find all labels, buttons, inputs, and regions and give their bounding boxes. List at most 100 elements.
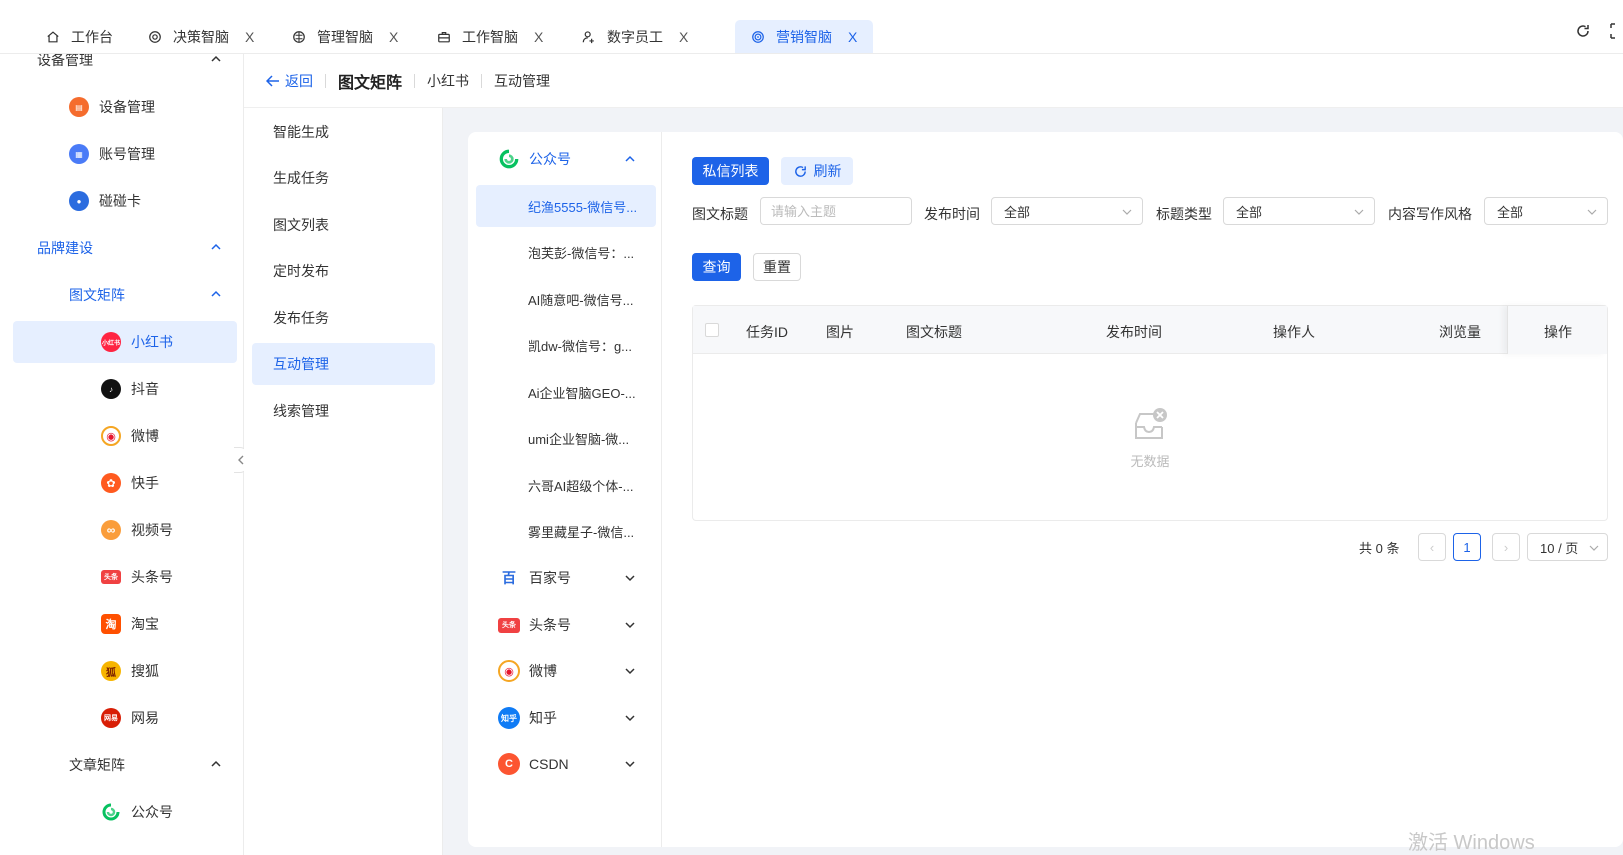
sidebar-group-image-matrix[interactable]: 图文矩阵	[0, 274, 243, 316]
sohu-icon: 狐	[101, 661, 121, 681]
account-label: 泡芙彭-微信号：...	[528, 245, 635, 261]
sidebar-item-label: 微博	[131, 428, 159, 444]
sidebar-group-article-matrix[interactable]: 文章矩阵	[0, 744, 243, 786]
menu-item-smart-generate[interactable]: 智能生成	[252, 111, 435, 153]
chevron-down-icon	[1587, 209, 1597, 215]
sidebar-item-douyin[interactable]: ♪ 抖音	[0, 368, 243, 410]
windows-activation-watermark: 激活 Windows	[1408, 832, 1535, 854]
page-title: 图文矩阵	[338, 74, 403, 92]
close-icon[interactable]: X	[534, 29, 543, 45]
title-type-select[interactable]: 全部	[1223, 197, 1375, 225]
platform-weibo[interactable]: ◉ 微博	[468, 650, 662, 692]
platform-zhihu[interactable]: 知乎 知乎	[468, 697, 662, 739]
query-button[interactable]: 查询	[692, 253, 741, 281]
column-header: 任务ID	[746, 324, 788, 340]
account-item[interactable]: 泡芙彭-微信号：...	[476, 231, 656, 273]
title-search-input[interactable]	[760, 197, 912, 225]
tab-decision[interactable]: 决策智脑 X	[148, 20, 254, 53]
filter-style-label: 内容写作风格	[1388, 206, 1472, 222]
sidebar-item-account[interactable]: ▦ 账号管理	[0, 133, 243, 175]
account-item[interactable]: 凯dw-微信号：g...	[476, 324, 656, 366]
chevron-up-icon	[211, 55, 221, 62]
select-all-checkbox[interactable]	[705, 323, 719, 337]
account-item[interactable]: Ai企业智脑GEO-...	[476, 371, 656, 413]
weibo-icon: ◉	[101, 426, 121, 446]
netease-icon: 网易	[101, 708, 121, 728]
divider	[481, 73, 483, 88]
account-item[interactable]: 六哥AI超级个体-...	[476, 464, 656, 506]
account-item[interactable]: 雾里藏星子-微信...	[476, 510, 656, 552]
chevron-down-icon	[625, 761, 635, 768]
douyin-icon: ♪	[101, 379, 121, 399]
account-icon: ▦	[69, 144, 89, 164]
tab-digital-staff[interactable]: 数字员工 X	[582, 20, 688, 53]
sidebar-item-channels[interactable]: ∞ 视频号	[0, 509, 243, 551]
column-header: 操作	[1544, 324, 1572, 340]
sidebar-item-label: 网易	[131, 710, 159, 726]
sidebar-item-label: 设备管理	[99, 99, 155, 115]
platform-csdn[interactable]: C CSDN	[468, 743, 662, 785]
sidebar-item-toutiao[interactable]: 头条 头条号	[0, 556, 243, 598]
tab-workbench[interactable]: 工作台	[46, 20, 113, 53]
page-size-select[interactable]: 10 / 页	[1527, 533, 1608, 561]
menu-item-generate-tasks[interactable]: 生成任务	[252, 157, 435, 199]
fullscreen-icon[interactable]	[1610, 22, 1620, 40]
platform-wechat-official[interactable]: 公众号	[468, 138, 662, 180]
tab-bar: 工作台 决策智脑 X 管理智脑 X 工作智脑 X 数字员工 X 营销智脑 X	[0, 0, 1623, 54]
empty-box-icon	[1135, 407, 1167, 439]
sidebar-item-label: 公众号	[131, 804, 173, 820]
brain-icon	[293, 30, 305, 43]
close-icon[interactable]: X	[245, 29, 254, 45]
account-item[interactable]: 纪渔5555-微信号...	[476, 185, 656, 227]
sidebar-item-label: 视频号	[131, 522, 173, 538]
sidebar: 设备管理 ▤ 设备管理 ▦ 账号管理 ● 碰碰卡 品牌建设 图文矩阵 小红书 小…	[0, 54, 244, 855]
tab-management[interactable]: 管理智脑 X	[292, 20, 398, 53]
sidebar-item-card[interactable]: ● 碰碰卡	[0, 180, 243, 222]
sidebar-item-netease[interactable]: 网易 网易	[0, 697, 243, 739]
reset-button[interactable]: 重置	[753, 253, 801, 281]
platform-baijiahao[interactable]: 百 百家号	[468, 557, 662, 599]
refresh-button[interactable]: 刷新	[781, 157, 853, 185]
dm-list-button[interactable]: 私信列表	[692, 157, 769, 185]
page-number-button[interactable]: 1	[1453, 533, 1481, 561]
menu-item-leads[interactable]: 线索管理	[252, 390, 435, 432]
column-header: 浏览量	[1439, 324, 1481, 340]
menu-item-post-list[interactable]: 图文列表	[252, 204, 435, 246]
sidebar-item-weibo[interactable]: ◉ 微博	[0, 415, 243, 457]
chevron-up-icon	[211, 243, 221, 250]
prev-page-button[interactable]: ‹	[1418, 533, 1446, 561]
back-button[interactable]: 返回	[266, 71, 313, 91]
next-page-button[interactable]: ›	[1492, 533, 1520, 561]
account-label: 六哥AI超级个体-...	[528, 478, 634, 494]
menu-item-scheduled-publish[interactable]: 定时发布	[252, 250, 435, 292]
sidebar-group-brand[interactable]: 品牌建设	[0, 227, 243, 269]
account-item[interactable]: umi企业智脑-微...	[476, 417, 656, 459]
sidebar-item-sohu[interactable]: 狐 搜狐	[0, 650, 243, 692]
close-icon[interactable]: X	[848, 29, 857, 45]
menu-item-interaction[interactable]: 互动管理	[252, 343, 435, 385]
platform-toutiao[interactable]: 头条 头条号	[468, 604, 662, 646]
menu-item-publish-tasks[interactable]: 发布任务	[252, 297, 435, 339]
sidebar-item-kuaishou[interactable]: ✿ 快手	[0, 462, 243, 504]
sidebar-item-device[interactable]: ▤ 设备管理	[0, 86, 243, 128]
tab-work[interactable]: 工作智脑 X	[437, 20, 543, 53]
publish-time-select[interactable]: 全部	[991, 197, 1143, 225]
tab-label: 工作台	[71, 28, 113, 45]
sidebar-item-wechat-official[interactable]: 公众号	[0, 791, 243, 833]
writing-style-select[interactable]: 全部	[1484, 197, 1608, 225]
home-icon	[47, 30, 59, 42]
account-item[interactable]: AI随意吧-微信号...	[476, 278, 656, 320]
close-icon[interactable]: X	[679, 29, 688, 45]
platform-label: 知乎	[529, 710, 557, 726]
tab-marketing[interactable]: 营销智脑 X	[735, 20, 874, 53]
close-icon[interactable]: X	[389, 29, 398, 45]
chevron-down-icon	[625, 715, 635, 722]
sidebar-item-taobao[interactable]: 淘 淘宝	[0, 603, 243, 645]
refresh-icon[interactable]	[1574, 22, 1592, 40]
sidebar-group-device[interactable]: 设备管理	[0, 54, 243, 81]
sidebar-item-xiaohongshu[interactable]: 小红书 小红书	[13, 321, 237, 363]
filter-type-label: 标题类型	[1156, 206, 1212, 222]
data-table: 任务ID 图片 图文标题 发布时间 操作人 浏览量 操作 无数据	[692, 305, 1608, 521]
function-menu: 智能生成 生成任务 图文列表 定时发布 发布任务 互动管理 线索管理	[244, 108, 443, 855]
actions-column-header: 操作	[1507, 306, 1607, 354]
